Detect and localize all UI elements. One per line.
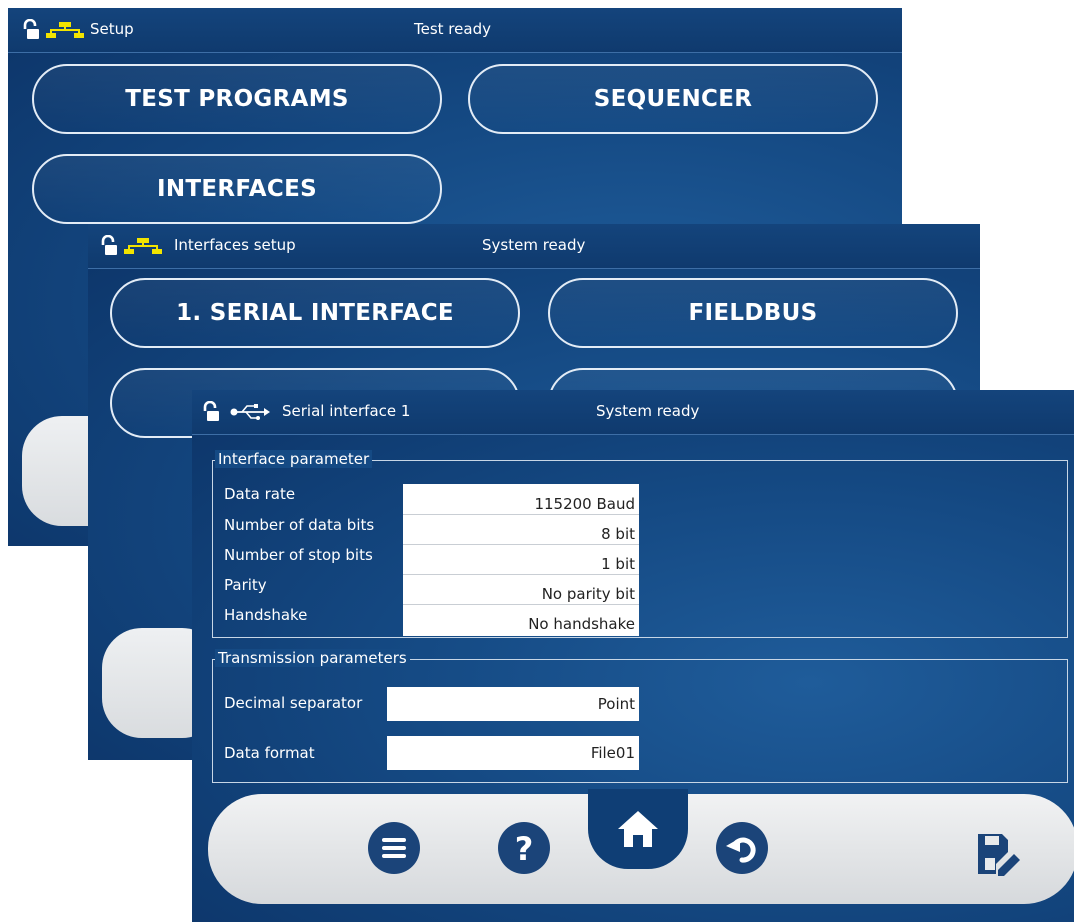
handshake-field[interactable]: No handshake	[403, 605, 639, 636]
home-button[interactable]	[588, 789, 688, 869]
decimal-separator-field[interactable]: Point	[387, 687, 639, 721]
handshake-label: Handshake	[224, 606, 308, 624]
network-icon	[124, 238, 162, 254]
menu-button[interactable]	[368, 822, 420, 874]
fieldbus-button[interactable]: FIELDBUS	[548, 278, 958, 348]
network-icon	[46, 22, 84, 38]
help-icon: ?	[515, 830, 534, 868]
data-bits-label: Number of data bits	[224, 516, 375, 534]
sequencer-button[interactable]: SEQUENCER	[468, 64, 878, 134]
undo-icon	[726, 837, 756, 863]
interface-parameter-title: Interface parameter	[215, 450, 373, 468]
data-format-field[interactable]: File01	[387, 736, 639, 770]
test-programs-button[interactable]: TEST PROGRAMS	[32, 64, 442, 134]
serial-interface-button[interactable]: 1. SERIAL INTERFACE	[110, 278, 520, 348]
save-edit-icon	[978, 834, 1020, 876]
interfaces-titlebar: Interfaces setup System ready	[88, 224, 980, 269]
undo-button[interactable]	[716, 822, 768, 874]
data-bits-field[interactable]: 8 bit	[403, 515, 639, 545]
setup-titlebar: Setup Test ready	[8, 8, 902, 53]
transmission-parameters-title: Transmission parameters	[215, 649, 410, 667]
usb-icon	[230, 404, 270, 420]
data-rate-field[interactable]: 115200 Baud	[403, 484, 639, 515]
menu-icon	[382, 838, 406, 858]
unlocked-icon	[23, 19, 39, 39]
setup-title: Setup	[90, 20, 134, 38]
serial-titlebar: Serial interface 1 System ready	[192, 390, 1074, 435]
unlocked-icon	[101, 235, 117, 255]
serial-interface-panel: Serial interface 1 System ready Interfac…	[192, 390, 1074, 922]
data-rate-label: Data rate	[224, 485, 296, 503]
serial-title: Serial interface 1	[282, 402, 411, 420]
decimal-separator-label: Decimal separator	[224, 694, 363, 712]
home-icon	[618, 811, 658, 847]
data-format-label: Data format	[224, 744, 315, 762]
svg-text:?: ?	[515, 830, 534, 868]
unlocked-icon	[203, 401, 219, 421]
stop-bits-label: Number of stop bits	[224, 546, 373, 564]
parity-label: Parity	[224, 576, 267, 594]
interfaces-title: Interfaces setup	[174, 236, 296, 254]
serial-status: System ready	[596, 402, 700, 420]
interfaces-status: System ready	[482, 236, 586, 254]
help-button[interactable]: ?	[498, 822, 550, 874]
interfaces-button[interactable]: INTERFACES	[32, 154, 442, 224]
save-edit-button[interactable]	[974, 830, 1022, 878]
stop-bits-field[interactable]: 1 bit	[403, 545, 639, 575]
interface-parameter-group: Interface parameter Data rate 115200 Bau…	[212, 450, 1068, 638]
transmission-parameters-group: Transmission parameters Decimal separato…	[212, 649, 1068, 783]
parity-field[interactable]: No parity bit	[403, 575, 639, 605]
setup-status: Test ready	[414, 20, 491, 38]
